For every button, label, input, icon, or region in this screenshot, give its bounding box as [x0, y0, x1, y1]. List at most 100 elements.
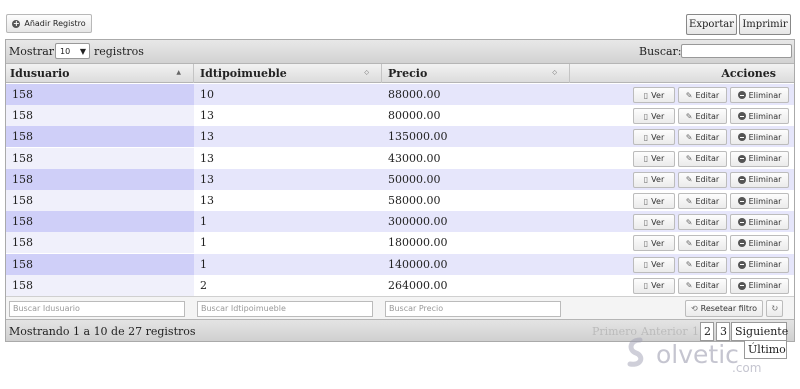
- cell-idtipoimueble: 1: [200, 215, 207, 229]
- view-button[interactable]: ▯ Ver: [633, 256, 675, 273]
- delete-button[interactable]: Eliminar: [730, 193, 789, 209]
- reset-icon: ⟲: [690, 304, 698, 313]
- edit-button[interactable]: ✎ Editar: [678, 87, 727, 103]
- sort-asc-icon: ▲: [176, 69, 181, 76]
- view-button[interactable]: ▯ Ver: [633, 108, 675, 125]
- view-button[interactable]: ▯ Ver: [633, 87, 675, 103]
- cell-idtipoimueble: 10: [200, 88, 214, 101]
- column-header-acciones: Acciones: [570, 64, 794, 83]
- delete-label: Eliminar: [748, 260, 782, 270]
- page-length-select[interactable]: 10 ▼: [55, 43, 90, 59]
- delete-button[interactable]: Eliminar: [730, 150, 789, 167]
- view-button[interactable]: ▯ Ver: [633, 193, 675, 209]
- filter-idtipoimueble-input[interactable]: Buscar Idtipoimueble: [197, 301, 373, 317]
- print-button[interactable]: Imprimir: [739, 14, 791, 35]
- pencil-icon: ✎: [685, 217, 693, 227]
- export-button[interactable]: Exportar: [686, 14, 737, 35]
- column-header-precio[interactable]: Precio ◇: [382, 64, 570, 83]
- delete-button[interactable]: Eliminar: [730, 277, 789, 294]
- view-button[interactable]: ▯ Ver: [633, 150, 675, 167]
- watermark-text: olvetic: [656, 340, 739, 369]
- table-row: 158 10 88000.00 ▯ Ver ✎ Editar Eliminar: [6, 84, 794, 105]
- edit-button[interactable]: ✎ Editar: [678, 108, 727, 125]
- column-header-label: Acciones: [721, 67, 776, 80]
- delete-button[interactable]: Eliminar: [730, 214, 789, 231]
- pencil-icon: ✎: [685, 111, 693, 121]
- pagination-page-3[interactable]: 3: [716, 322, 730, 341]
- minus-circle-icon: [737, 239, 746, 248]
- edit-button[interactable]: ✎ Editar: [678, 150, 727, 167]
- pagination-last[interactable]: Último: [744, 340, 787, 359]
- edit-button[interactable]: ✎ Editar: [678, 193, 727, 209]
- edit-button[interactable]: ✎ Editar: [678, 129, 727, 146]
- delete-button[interactable]: Eliminar: [730, 235, 789, 252]
- table-row: 158 13 80000.00 ▯ Ver ✎ Editar Eliminar: [6, 105, 794, 127]
- sort-both-icon: ◇: [364, 69, 369, 76]
- pagination-previous[interactable]: Anterior: [641, 325, 688, 338]
- pencil-icon: ✎: [685, 238, 693, 248]
- filter-idusuario-input[interactable]: Buscar Idusuario: [9, 301, 185, 317]
- add-record-button[interactable]: + Añadir Registro: [6, 14, 92, 33]
- pencil-icon: ✎: [685, 196, 693, 206]
- cell-idusuario: 158: [6, 190, 194, 211]
- column-header-idtipoimueble[interactable]: Idtipoimueble ◇: [194, 64, 382, 83]
- view-button[interactable]: ▯ Ver: [633, 129, 675, 146]
- edit-button[interactable]: ✎ Editar: [678, 171, 727, 188]
- delete-label: Eliminar: [748, 217, 782, 227]
- view-label: Ver: [651, 238, 665, 248]
- delete-label: Eliminar: [748, 175, 782, 185]
- delete-label: Eliminar: [748, 111, 782, 121]
- view-label: Ver: [651, 175, 665, 185]
- document-icon: ▯: [643, 132, 649, 142]
- pagination-next[interactable]: Siguiente: [731, 322, 788, 341]
- edit-button[interactable]: ✎ Editar: [678, 277, 727, 294]
- delete-button[interactable]: Eliminar: [730, 129, 789, 146]
- edit-button[interactable]: ✎ Editar: [678, 256, 727, 273]
- column-header-idusuario[interactable]: Idusuario ▲: [6, 64, 194, 83]
- pagination-page-2[interactable]: 2: [700, 322, 714, 341]
- pagination-first[interactable]: Primero: [592, 325, 637, 338]
- filter-precio-input[interactable]: Buscar Precio: [385, 301, 561, 317]
- delete-button[interactable]: Eliminar: [730, 108, 789, 125]
- filter-row: Buscar Idusuario Buscar Idtipoimueble Bu…: [6, 296, 794, 319]
- view-button[interactable]: ▯ Ver: [633, 235, 675, 252]
- delete-label: Eliminar: [748, 196, 782, 206]
- cell-idtipoimueble: 1: [200, 257, 207, 271]
- edit-label: Editar: [695, 175, 720, 185]
- refresh-icon: ↻: [770, 303, 779, 314]
- pencil-icon: ✎: [685, 260, 693, 270]
- cell-idusuario: 158: [6, 84, 194, 105]
- show-label: Mostrar: [9, 45, 55, 58]
- table-row: 158 1 180000.00 ▯ Ver ✎ Editar Eliminar: [6, 232, 794, 254]
- delete-button[interactable]: Eliminar: [730, 171, 789, 188]
- add-record-label: Añadir Registro: [24, 19, 86, 28]
- cell-idusuario: 158: [6, 232, 194, 254]
- edit-label: Editar: [695, 154, 720, 164]
- view-button[interactable]: ▯ Ver: [633, 214, 675, 231]
- reset-filter-button[interactable]: ⟲ Resetear filtro: [685, 300, 763, 317]
- pagination-page-1[interactable]: 1: [692, 325, 699, 338]
- refresh-button[interactable]: ↻: [766, 300, 783, 317]
- cell-precio: 58000.00: [388, 194, 441, 207]
- edit-label: Editar: [695, 217, 720, 227]
- search-label: Buscar:: [639, 45, 682, 58]
- data-table: Mostrar 10 ▼ registros Buscar: Idusuario…: [5, 39, 795, 342]
- edit-button[interactable]: ✎ Editar: [678, 214, 727, 231]
- edit-button[interactable]: ✎ Editar: [678, 235, 727, 252]
- column-header-label: Idusuario: [10, 67, 70, 80]
- pencil-icon: ✎: [685, 154, 693, 164]
- cell-idusuario: 158: [6, 211, 194, 233]
- page-length-value: 10: [60, 46, 71, 56]
- view-button[interactable]: ▯ Ver: [633, 277, 675, 294]
- delete-button[interactable]: Eliminar: [730, 256, 789, 273]
- document-icon: ▯: [643, 90, 649, 100]
- cell-idtipoimueble: 13: [200, 172, 214, 186]
- search-input[interactable]: [681, 44, 792, 58]
- view-button[interactable]: ▯ Ver: [633, 171, 675, 188]
- pencil-icon: ✎: [685, 281, 693, 291]
- delete-button[interactable]: Eliminar: [730, 87, 789, 103]
- edit-label: Editar: [695, 281, 720, 291]
- table-row: 158 1 300000.00 ▯ Ver ✎ Editar Eliminar: [6, 211, 794, 233]
- cell-idtipoimueble: 1: [200, 236, 207, 250]
- cell-precio: 300000.00: [388, 215, 448, 229]
